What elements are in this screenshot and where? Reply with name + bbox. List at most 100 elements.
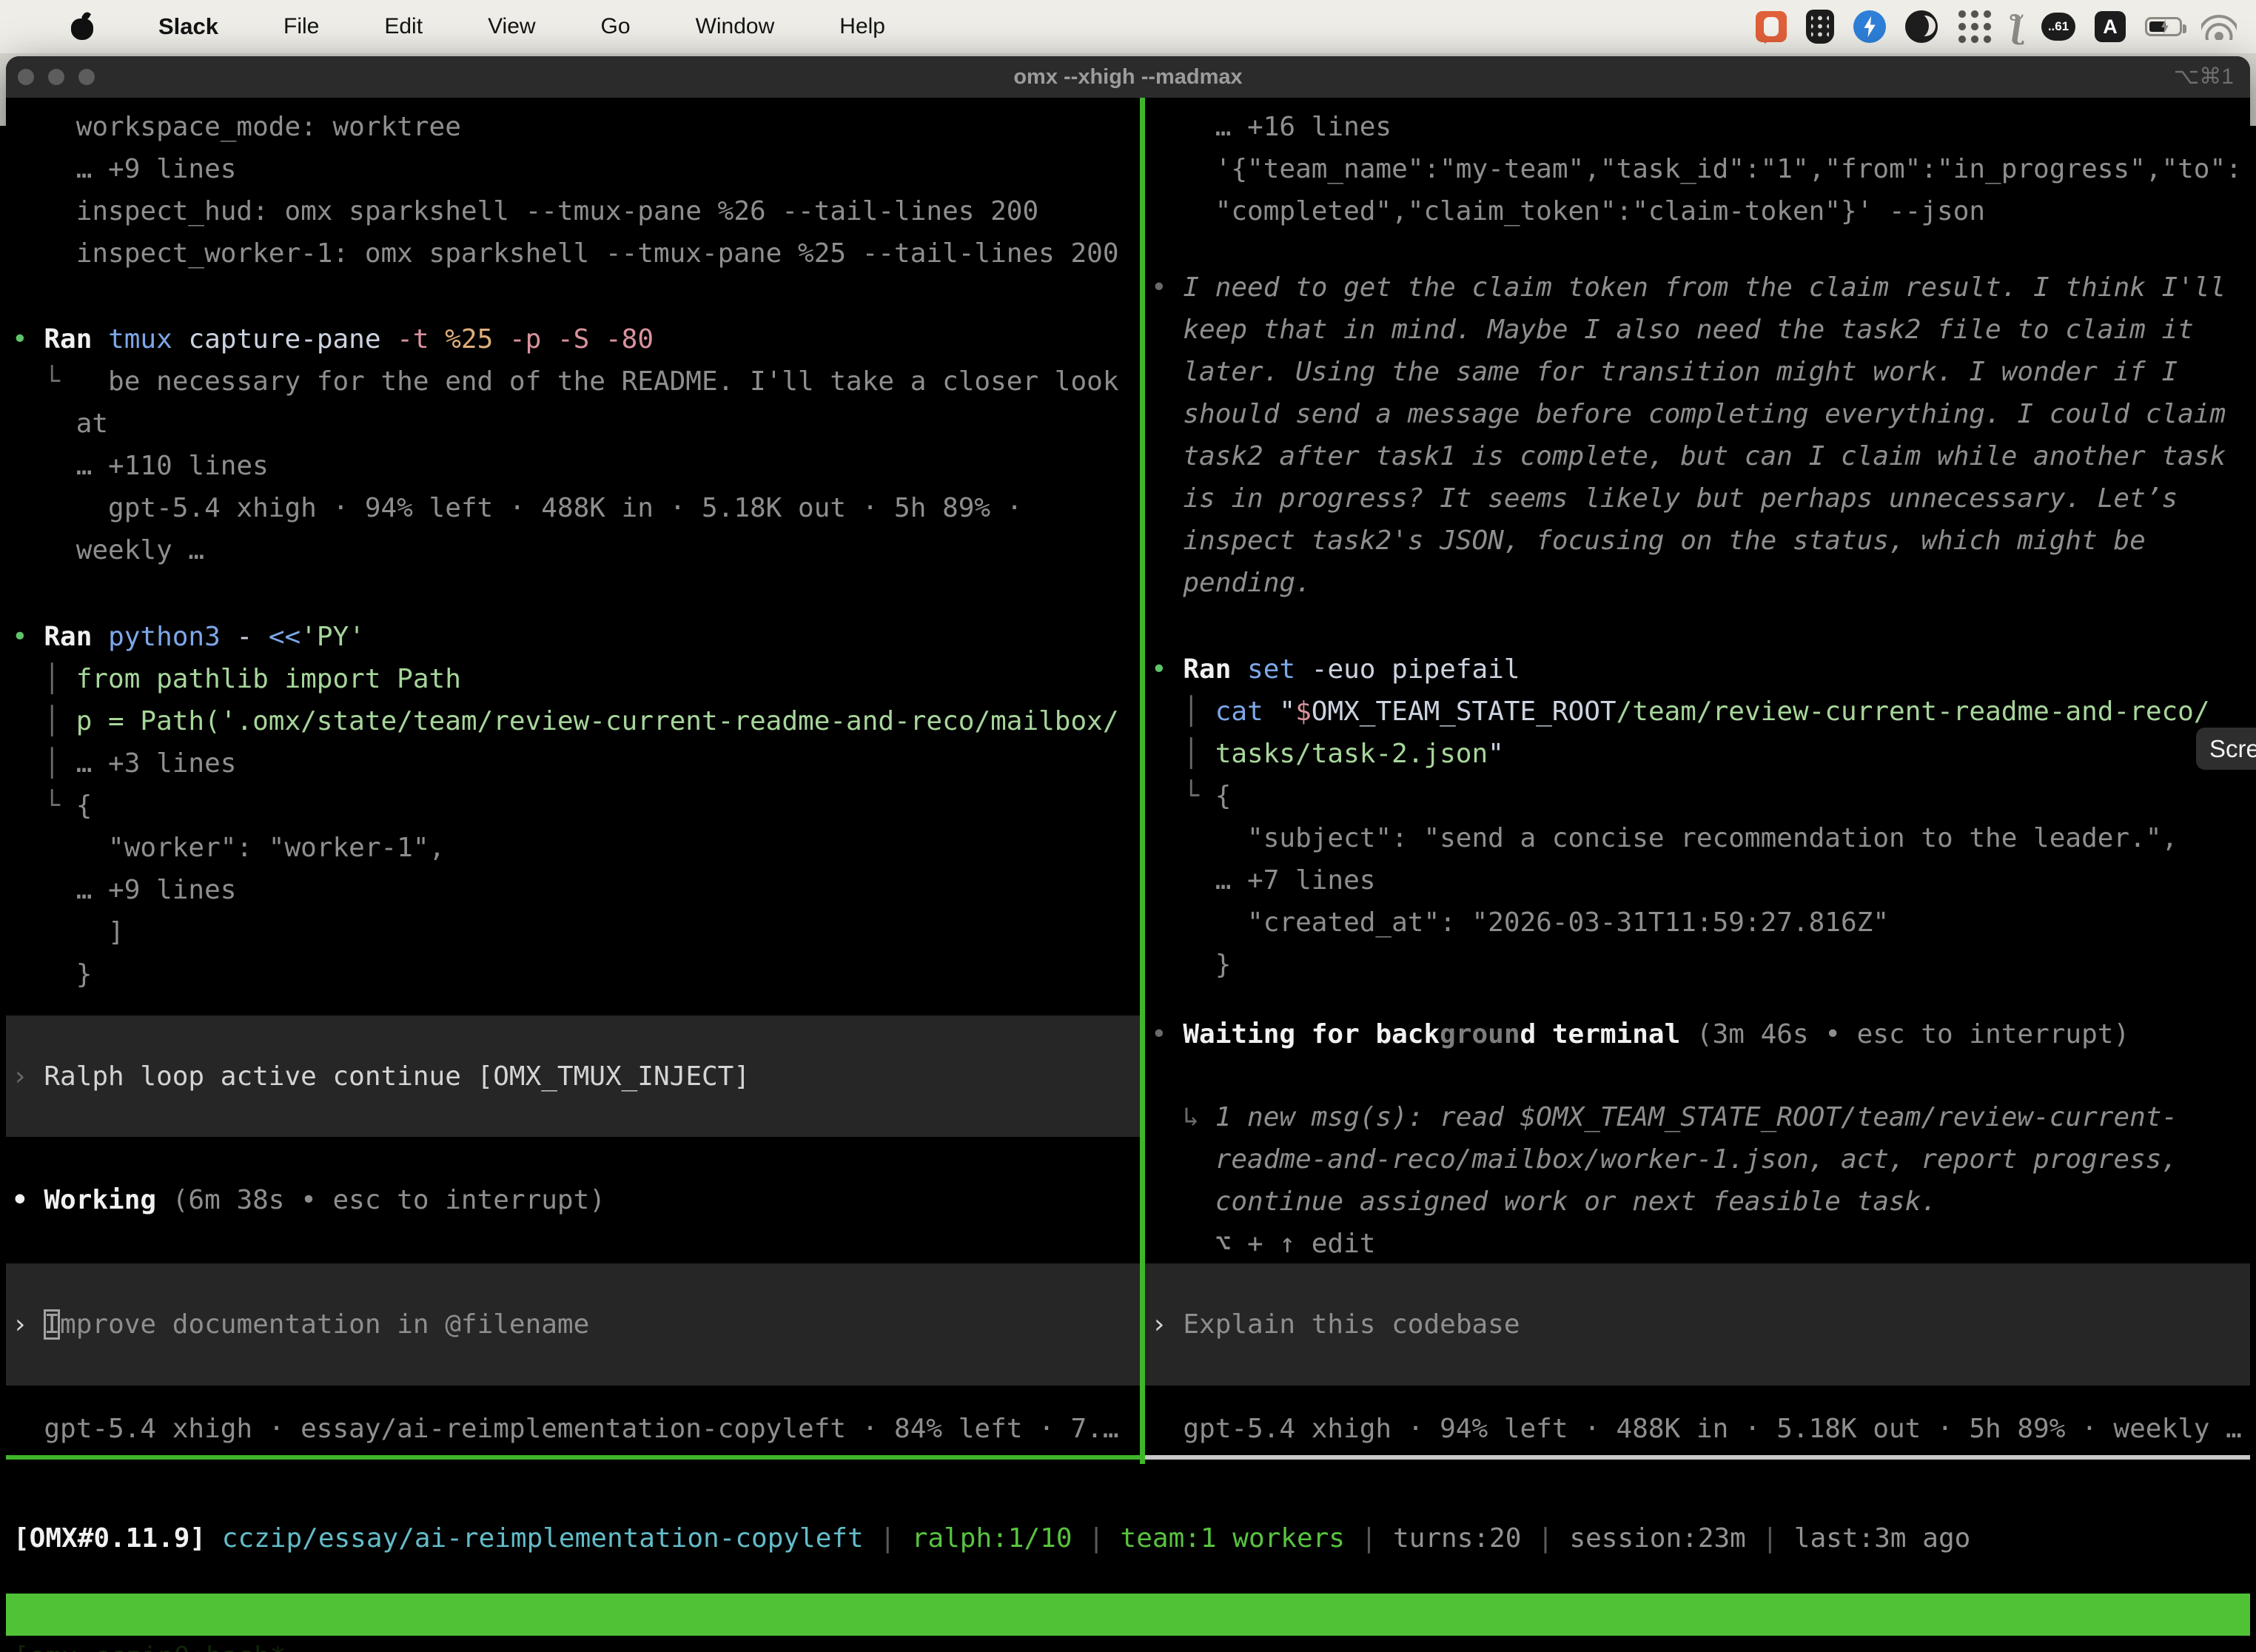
terminal-line: ] bbox=[12, 911, 1140, 953]
terminal-line: "completed","claim_token":"claim-token"}… bbox=[1151, 190, 2250, 232]
dots-grid-icon[interactable] bbox=[1957, 9, 1993, 44]
terminal-line: '{"team_name":"my-team","task_id":"1","f… bbox=[1151, 148, 2250, 190]
zoom-button[interactable] bbox=[78, 69, 95, 85]
terminal-line: workspace_mode: worktree bbox=[12, 106, 1140, 148]
menu-status-icons: ƪ ..61 A bbox=[1756, 0, 2237, 53]
terminal-line: • Waiting for background terminal (3m 46… bbox=[1151, 1013, 2250, 1055]
menu-item-file[interactable]: File bbox=[283, 14, 319, 39]
right-prompt-input[interactable]: › Explain this codebase bbox=[1145, 1263, 2250, 1386]
right-output-block: • Waiting for background terminal (3m 46… bbox=[1145, 1013, 2250, 1055]
terminal-line: gpt-5.4 xhigh · essay/ai-reimplementatio… bbox=[12, 1408, 1140, 1450]
right-output-block: • I need to get the claim token from the… bbox=[1145, 266, 2250, 604]
hook-icon[interactable]: ƪ bbox=[2012, 9, 2022, 45]
left-prompt-input[interactable]: › Improve documentation in @filename bbox=[6, 1263, 1140, 1386]
terminal-line: • Ran set -euo pipefail bbox=[1151, 648, 2250, 691]
right-output-block: gpt-5.4 xhigh · 94% left · 488K in · 5.1… bbox=[1145, 1408, 2250, 1450]
window-shortcut-hint: ⌥⌘1 bbox=[2174, 56, 2234, 98]
menu-item-window[interactable]: Window bbox=[696, 14, 775, 39]
terminal-line: inspect_hud: omx sparkshell --tmux-pane … bbox=[12, 190, 1140, 232]
menu-item-help[interactable]: Help bbox=[839, 14, 885, 39]
omx-status-line: [OMX#0.11.9] cczip/essay/ai-reimplementa… bbox=[13, 1517, 1970, 1559]
minimize-button[interactable] bbox=[48, 69, 64, 85]
left-notice-bar: › Ralph loop active continue [OMX_TMUX_I… bbox=[6, 1015, 1140, 1137]
terminal-line: gpt-5.4 xhigh · 94% left · 488K in · 5.1… bbox=[12, 487, 1140, 529]
screen: { "menu_bar": { "app_name": "Slack", "it… bbox=[0, 0, 2256, 1652]
screen-share-overlay[interactable]: Scre bbox=[2196, 728, 2256, 770]
terminal-line: at bbox=[12, 403, 1140, 445]
terminal-line: • Ran tmux capture-pane -t %25 -p -S -80 bbox=[12, 318, 1140, 360]
terminal-line: later. Using the same for transition mig… bbox=[1151, 351, 2250, 393]
terminal-line: } bbox=[1151, 944, 2250, 986]
terminal-line: … +7 lines bbox=[1151, 859, 2250, 901]
terminal-line: • I need to get the claim token from the… bbox=[1151, 266, 2250, 309]
terminal-line: "subject": "send a concise recommendatio… bbox=[1151, 817, 2250, 859]
pane-divider[interactable] bbox=[1140, 98, 1145, 1464]
terminal-line: should send a message before completing … bbox=[1151, 393, 2250, 435]
terminal-line: … +110 lines bbox=[12, 445, 1140, 487]
terminal-line: ⌥ + ↑ edit bbox=[1151, 1223, 2250, 1266]
menu-item-go[interactable]: Go bbox=[601, 14, 631, 39]
menu-item-view[interactable]: View bbox=[488, 14, 535, 39]
pane-right[interactable]: … +16 lines '{"team_name":"my-team","tas… bbox=[1145, 98, 2250, 1460]
window-titlebar[interactable]: omx --xhigh --madmax ⌥⌘1 bbox=[6, 56, 2250, 98]
terminal-line: › Improve documentation in @filename bbox=[12, 1303, 589, 1346]
terminal-line: is in progress? It seems likely but perh… bbox=[1151, 477, 2250, 520]
terminal-line: › Ralph loop active continue [OMX_TMUX_I… bbox=[12, 1055, 750, 1098]
menu-bar: Slack File Edit View Go Window Help ƪ ..61 A bbox=[0, 0, 2256, 53]
window-title: omx --xhigh --madmax bbox=[1013, 56, 1242, 98]
terminal-line: "created_at": "2026-03-31T11:59:27.816Z" bbox=[1151, 901, 2250, 944]
terminal-line: • Ran python3 - <<'PY' bbox=[12, 616, 1140, 658]
counter-badge-label: ..61 bbox=[2048, 19, 2069, 34]
close-button[interactable] bbox=[18, 69, 34, 85]
pane-left[interactable]: workspace_mode: worktree … +9 lines insp… bbox=[6, 98, 1140, 1460]
right-output-block: ↳ 1 new msg(s): read $OMX_TEAM_STATE_ROO… bbox=[1145, 1097, 2250, 1266]
terminal-line: › Explain this codebase bbox=[1151, 1303, 1520, 1346]
counter-badge-icon[interactable]: ..61 bbox=[2041, 13, 2075, 41]
battery-icon[interactable] bbox=[2145, 17, 2182, 36]
terminal-line: │ tasks/task-2.json" bbox=[1151, 733, 2250, 775]
terminal-line: … +16 lines bbox=[1151, 106, 2250, 148]
tmux-status-bar: [omx-cczip0:bash* "MacBook-Pro-44.local"… bbox=[6, 1594, 2250, 1636]
menu-item-edit[interactable]: Edit bbox=[384, 14, 423, 39]
terminal-line: │ … +3 lines bbox=[12, 742, 1140, 785]
terminal-line: weekly … bbox=[12, 529, 1140, 571]
terminal-line: continue assigned work or next feasible … bbox=[1151, 1181, 2250, 1223]
terminal-line: pending. bbox=[1151, 562, 2250, 604]
menu-items: File Edit View Go Window Help bbox=[283, 14, 885, 39]
terminal-line: ↳ 1 new msg(s): read $OMX_TEAM_STATE_ROO… bbox=[1151, 1097, 2250, 1139]
terminal-line: readme-and-reco/mailbox/worker-1.json, a… bbox=[1151, 1139, 2250, 1181]
tmux-session-label: [omx-cczip0:bash* bbox=[13, 1636, 286, 1652]
terminal-line: │ from pathlib import Path bbox=[12, 658, 1140, 700]
keypad-icon[interactable] bbox=[1806, 10, 1834, 44]
left-output-block: • Working (6m 38s • esc to interrupt) bbox=[6, 1179, 1140, 1221]
terminal-line: └ { bbox=[1151, 775, 2250, 817]
contrast-icon[interactable] bbox=[1905, 10, 1938, 43]
left-output-block: • Ran python3 - <<'PY' │ from pathlib im… bbox=[6, 616, 1140, 995]
terminal-line: └ be necessary for the end of the README… bbox=[12, 360, 1140, 403]
terminal-line: • Working (6m 38s • esc to interrupt) bbox=[12, 1179, 1140, 1221]
bolt-icon[interactable] bbox=[1853, 10, 1886, 43]
wifi-icon[interactable] bbox=[2201, 13, 2237, 40]
terminal-line: } bbox=[12, 953, 1140, 995]
left-output-block: • Ran tmux capture-pane -t %25 -p -S -80… bbox=[6, 318, 1140, 571]
terminal-line: "worker": "worker-1", bbox=[12, 827, 1140, 869]
terminal-line: │ p = Path('.omx/state/team/review-curre… bbox=[12, 700, 1140, 742]
terminal-line: │ cat "$OMX_TEAM_STATE_ROOT/team/review-… bbox=[1151, 691, 2250, 733]
terminal-line: inspect task2's JSON, focusing on the st… bbox=[1151, 520, 2250, 562]
apple-menu-icon[interactable] bbox=[71, 13, 93, 40]
left-output-block: gpt-5.4 xhigh · essay/ai-reimplementatio… bbox=[6, 1408, 1140, 1450]
terminal-line: keep that in mind. Maybe I also need the… bbox=[1151, 309, 2250, 351]
right-output-block: … +16 lines '{"team_name":"my-team","tas… bbox=[1145, 106, 2250, 232]
terminal-line: … +9 lines bbox=[12, 148, 1140, 190]
terminal-line: inspect_worker-1: omx sparkshell --tmux-… bbox=[12, 232, 1140, 275]
screen-share-label: Scre bbox=[2209, 735, 2256, 763]
terminal-window: omx --xhigh --madmax ⌥⌘1 workspace_mode:… bbox=[6, 56, 2250, 1652]
keyboard-a-icon[interactable]: A bbox=[2095, 11, 2126, 42]
terminal-line: gpt-5.4 xhigh · 94% left · 488K in · 5.1… bbox=[1151, 1408, 2250, 1450]
chat-icon[interactable] bbox=[1756, 11, 1787, 42]
terminal-line: … +9 lines bbox=[12, 869, 1140, 911]
keyboard-a-label: A bbox=[2103, 16, 2118, 38]
left-output-block: workspace_mode: worktree … +9 lines insp… bbox=[6, 106, 1140, 275]
terminal-line: └ { bbox=[12, 785, 1140, 827]
menu-app-name[interactable]: Slack bbox=[158, 13, 218, 40]
